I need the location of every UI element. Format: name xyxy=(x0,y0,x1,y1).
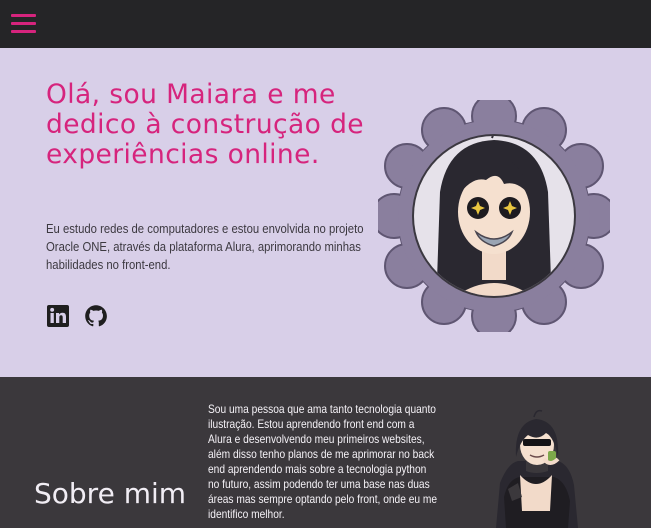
hero-description: Eu estudo redes de computadores e estou … xyxy=(46,221,364,272)
profile-illustration xyxy=(378,100,610,332)
hero-section: Olá, sou Maiara e me dedico à construção… xyxy=(0,48,651,377)
hamburger-menu-icon[interactable] xyxy=(11,14,36,33)
linkedin-icon[interactable] xyxy=(46,304,70,328)
about-illustration xyxy=(496,409,578,528)
social-links xyxy=(46,304,108,328)
top-navbar xyxy=(0,0,651,48)
about-title: Sobre mim xyxy=(34,477,187,510)
about-section: Sobre mim Sou uma pessoa que ama tanto t… xyxy=(0,377,651,528)
github-icon[interactable] xyxy=(84,304,108,328)
hero-title: Olá, sou Maiara e me dedico à construção… xyxy=(46,79,365,170)
about-text: Sou uma pessoa que ama tanto tecnologia … xyxy=(208,402,438,521)
